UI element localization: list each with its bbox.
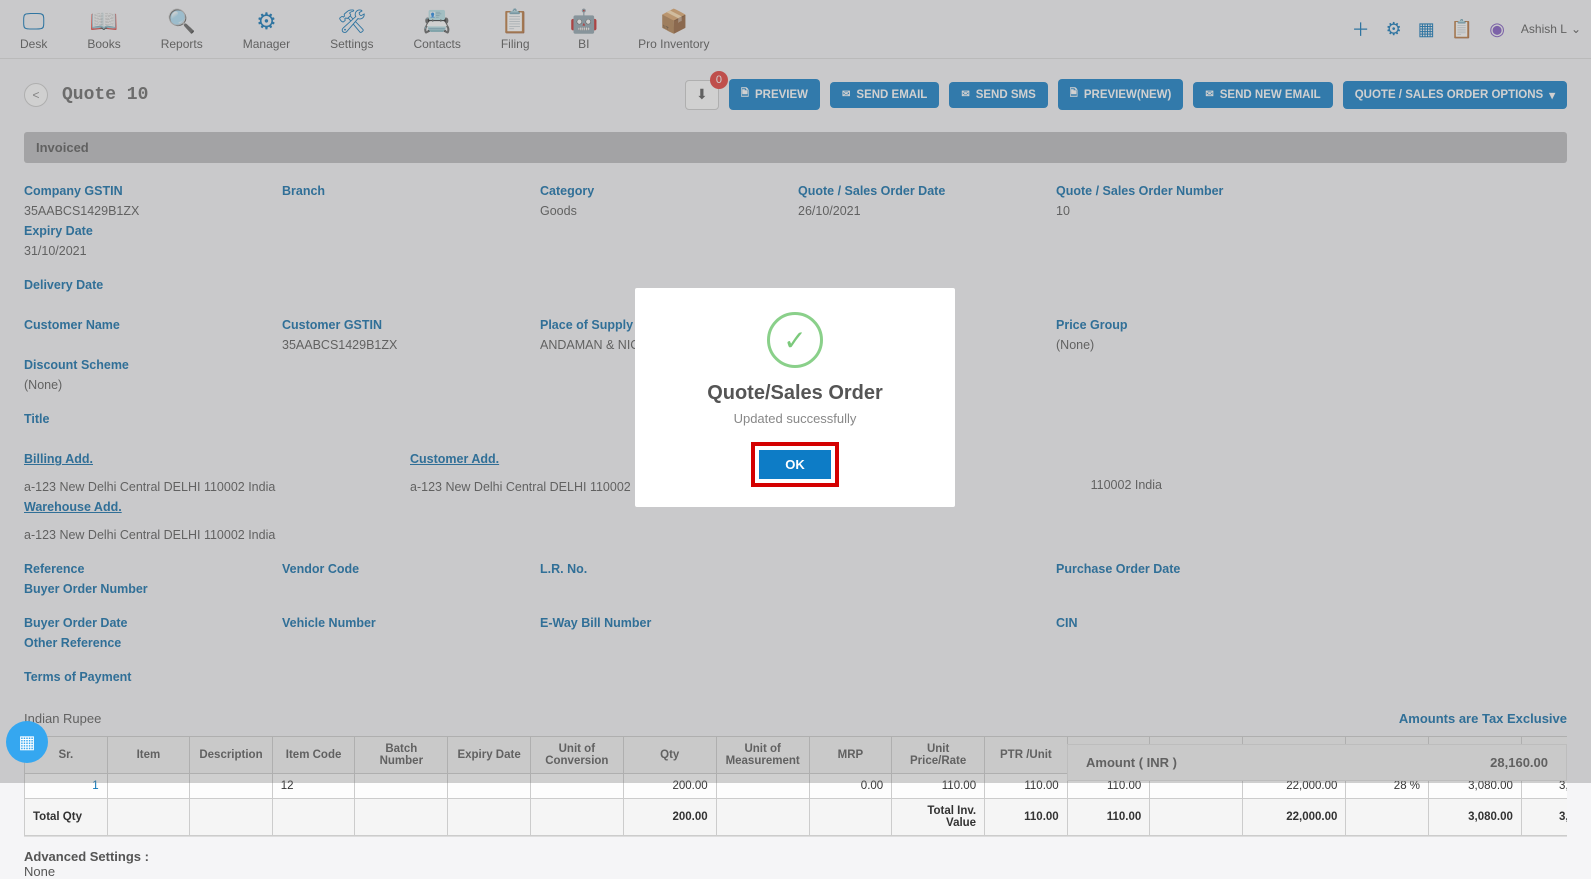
apps-fab[interactable]: ▦ — [6, 721, 48, 763]
success-modal: ✓ Quote/Sales Order Updated successfully… — [635, 288, 955, 507]
advanced-settings: Advanced Settings : None — [24, 849, 1567, 879]
ok-button[interactable]: OK — [759, 450, 831, 479]
check-icon: ✓ — [767, 312, 823, 368]
ok-highlight: OK — [751, 442, 839, 487]
modal-title: Quote/Sales Order — [655, 382, 935, 405]
table-total-row: Total Qty200.00Total Inv. Value110.00110… — [25, 799, 1568, 836]
grid-icon: ▦ — [18, 732, 35, 753]
modal-message: Updated successfully — [655, 411, 935, 426]
